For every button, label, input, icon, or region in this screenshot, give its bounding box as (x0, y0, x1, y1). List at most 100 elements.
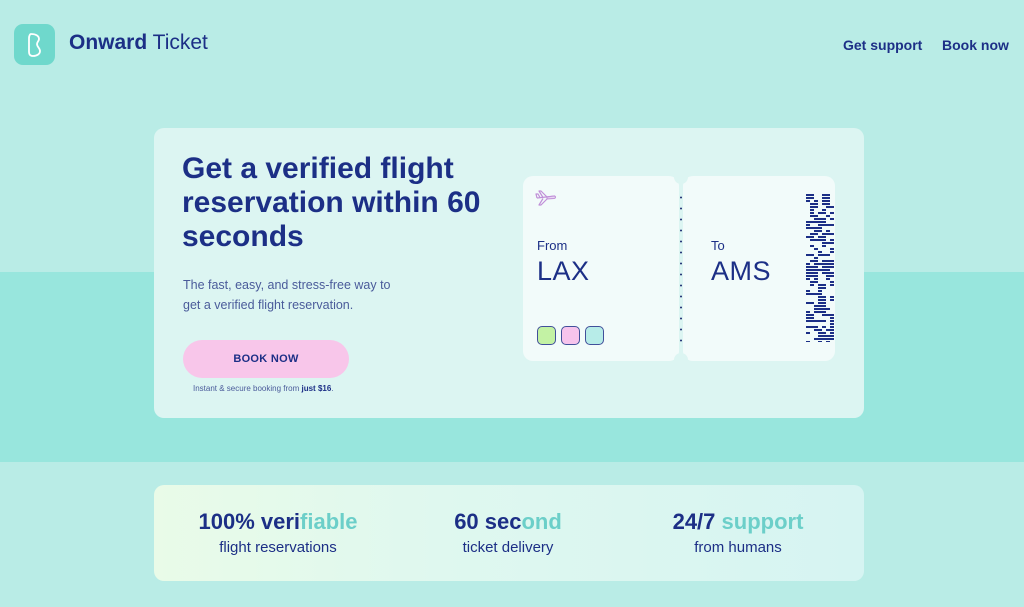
barcode-bar (814, 293, 818, 295)
nav-get-support[interactable]: Get support (843, 37, 922, 53)
barcode-bar (810, 302, 814, 304)
barcode-bar (818, 302, 822, 304)
barcode-bar (818, 308, 822, 310)
barcode-bar (814, 311, 818, 313)
barcode-bar (818, 230, 822, 232)
barcode-bar (806, 326, 810, 328)
barcode-bar (814, 239, 818, 241)
barcode-bar (822, 239, 826, 241)
barcode-bar (822, 308, 826, 310)
barcode-bar (818, 218, 822, 220)
barcode-bar (826, 341, 830, 342)
barcode-bar (814, 257, 818, 259)
barcode-bar (822, 203, 826, 205)
barcode-bar (806, 227, 810, 229)
hero-card: Get a verified flight reservation within… (154, 128, 864, 418)
barcode-bar (806, 275, 810, 277)
barcode-bar (822, 326, 826, 328)
barcode-bar (830, 323, 834, 325)
barcode-bar (810, 266, 814, 268)
barcode-bar (826, 233, 830, 235)
barcode-bar (806, 302, 810, 304)
barcode-bar (818, 212, 822, 214)
barcode-bar (818, 221, 822, 223)
barcode-bar (810, 269, 814, 271)
ticket-illustration: From LAX To AMS (523, 174, 835, 363)
barcode-bar (822, 272, 826, 274)
barcode-bar (830, 263, 834, 265)
barcode-bar (810, 284, 814, 286)
barcode-bar (830, 317, 834, 319)
barcode-bar (826, 194, 830, 196)
barcode-bar (818, 341, 822, 342)
barcode-bar (814, 308, 818, 310)
barcode-bar (814, 269, 818, 271)
book-now-button[interactable]: BOOK NOW (183, 340, 349, 378)
barcode-bar (822, 314, 826, 316)
to-label: To (711, 238, 725, 253)
swatch-pink (561, 326, 580, 345)
barcode-bar (830, 233, 834, 235)
barcode-bar (818, 290, 822, 292)
barcode-bar (822, 269, 826, 271)
barcode-bar (830, 218, 834, 220)
brand-name[interactable]: Onward Ticket (69, 31, 208, 55)
barcode-bar (806, 236, 810, 238)
barcode-bar (814, 326, 818, 328)
barcode-bar (818, 305, 822, 307)
barcode-bar (826, 263, 830, 265)
barcode-bar (818, 236, 822, 238)
barcode-bar (814, 281, 818, 283)
barcode-bar (826, 254, 830, 256)
stat-delivery-headline-a: 60 sec (454, 509, 522, 534)
stats-bar: 100% verifiable flight reservations 60 s… (154, 485, 864, 581)
barcode-bar (810, 326, 814, 328)
barcode-bar (826, 215, 830, 217)
barcode-bar (814, 248, 818, 250)
logo[interactable] (14, 24, 55, 65)
barcode-bar (830, 275, 834, 277)
barcode-bar (814, 227, 818, 229)
barcode-bar (830, 212, 834, 214)
barcode-bar (830, 266, 834, 268)
airplane-icon (535, 190, 556, 206)
hero-title: Get a verified flight reservation within… (182, 152, 481, 253)
stat-support-headline-b: support (721, 509, 804, 534)
barcode-bar (810, 206, 814, 208)
swatch-green (537, 326, 556, 345)
barcode-bar (806, 290, 810, 292)
barcode-bar (810, 317, 814, 319)
barcode-bar (806, 194, 810, 196)
barcode-bar (810, 320, 814, 322)
barcode-bar (810, 221, 814, 223)
barcode-bar (826, 335, 830, 337)
price-note: Instant & secure booking from just $16. (193, 384, 393, 393)
barcode-bar (818, 299, 822, 301)
barcode-bar (810, 260, 814, 262)
barcode-bar (822, 233, 826, 235)
barcode-bar (830, 224, 834, 226)
price-note-suffix: . (331, 384, 334, 393)
barcode-bar (810, 215, 814, 217)
from-label: From (537, 238, 568, 253)
stat-support-headline-a: 24/7 (672, 509, 722, 534)
barcode-bar (826, 230, 830, 232)
stat-delivery: 60 second ticket delivery (398, 507, 618, 559)
barcode-bar (814, 233, 818, 235)
barcode-bar (822, 254, 826, 256)
barcode-bar (830, 338, 834, 340)
barcode-bar (826, 197, 830, 199)
barcode-bar (826, 308, 830, 310)
to-airport-code: AMS (711, 256, 772, 286)
barcode-bar (830, 281, 834, 283)
stat-verifiable-headline: 100% verifiable (168, 507, 388, 537)
barcode-bar (806, 317, 810, 319)
stat-verifiable-headline-b: fiable (300, 509, 358, 534)
barcode-bar (818, 251, 822, 253)
barcode-bar (818, 239, 822, 241)
barcode-bar (830, 320, 834, 322)
barcode-bar (826, 329, 830, 331)
nav-book-now[interactable]: Book now (942, 37, 1009, 53)
barcode-bar (814, 221, 818, 223)
barcode (806, 194, 834, 342)
